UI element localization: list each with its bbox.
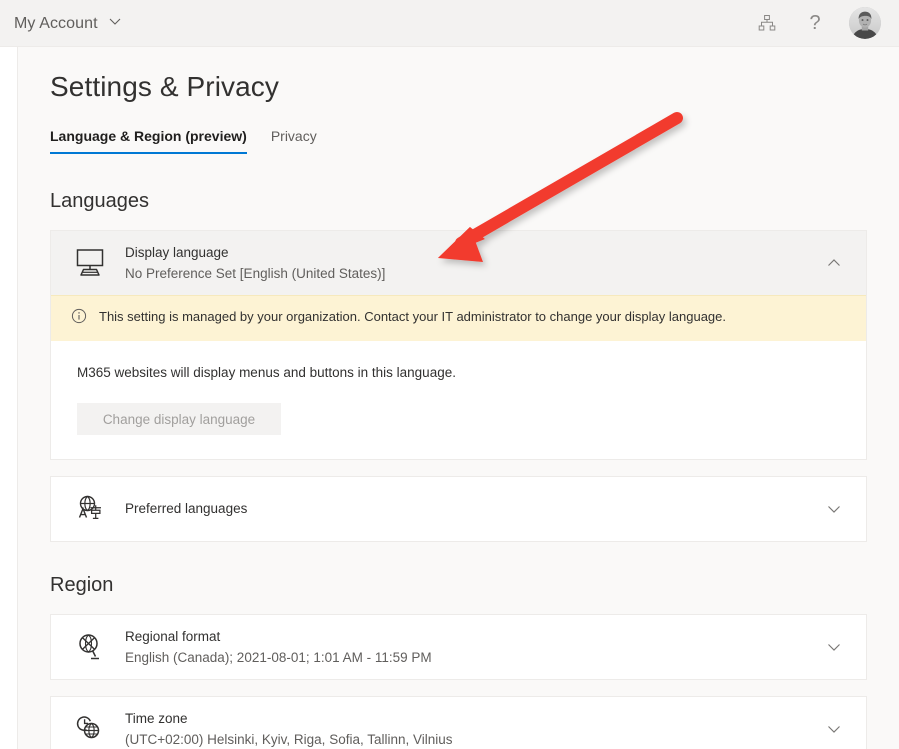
page-content: Settings & Privacy Language & Region (pr… <box>18 47 899 749</box>
managed-by-org-message-text: This setting is managed by your organiza… <box>95 308 726 326</box>
display-language-text: Display language No Preference Set [Engl… <box>117 243 820 284</box>
time-zone-value: (UTC+02:00) Helsinki, Kyiv, Riga, Sofia,… <box>125 730 820 749</box>
tab-list: Language & Region (preview) Privacy <box>50 127 867 154</box>
preferred-languages-card-header[interactable]: Preferred languages <box>51 477 866 541</box>
app-name-button[interactable]: My Account <box>8 14 128 33</box>
chevron-down-icon[interactable] <box>820 639 848 655</box>
time-zone-card: Time zone (UTC+02:00) Helsinki, Kyiv, Ri… <box>50 696 867 749</box>
preferred-languages-label: Preferred languages <box>125 499 820 519</box>
clock-globe-icon <box>73 713 117 745</box>
preferred-languages-card: Preferred languages <box>50 476 867 542</box>
section-title-region: Region <box>50 572 867 598</box>
settings-page: Settings & Privacy Language & Region (pr… <box>18 47 899 749</box>
regional-format-label: Regional format <box>125 627 820 647</box>
page-title: Settings & Privacy <box>50 69 867 105</box>
time-zone-card-header[interactable]: Time zone (UTC+02:00) Helsinki, Kyiv, Ri… <box>51 697 866 749</box>
app-root: My Account ? <box>0 0 899 749</box>
suite-header-bar: My Account ? <box>0 0 899 47</box>
display-language-card-body: M365 websites will display menus and but… <box>51 341 866 459</box>
regional-format-card-header[interactable]: Regional format English (Canada); 2021-0… <box>51 615 866 679</box>
chevron-down-icon <box>108 14 122 28</box>
user-avatar-photo <box>849 7 881 39</box>
regional-format-card: Regional format English (Canada); 2021-0… <box>50 614 867 680</box>
display-language-label: Display language <box>125 243 820 263</box>
monitor-keyboard-icon <box>73 248 117 278</box>
tab-privacy[interactable]: Privacy <box>271 127 317 154</box>
help-question-icon[interactable]: ? <box>793 0 837 47</box>
regional-format-text: Regional format English (Canada); 2021-0… <box>117 627 820 668</box>
regional-format-value: English (Canada); 2021-08-01; 1:01 AM - … <box>125 648 820 668</box>
time-zone-text: Time zone (UTC+02:00) Helsinki, Kyiv, Ri… <box>117 709 820 749</box>
time-zone-label: Time zone <box>125 709 820 729</box>
globe-stand-icon <box>73 631 117 663</box>
preferred-languages-text: Preferred languages <box>117 499 820 519</box>
chevron-up-icon[interactable] <box>820 255 848 271</box>
app-name-label: My Account <box>14 15 98 32</box>
info-circle-icon <box>71 308 95 329</box>
org-hierarchy-icon[interactable] <box>745 0 789 47</box>
section-title-languages: Languages <box>50 188 867 214</box>
tab-language-region[interactable]: Language & Region (preview) <box>50 127 247 154</box>
avatar[interactable] <box>841 0 889 47</box>
translate-globe-icon <box>73 493 117 525</box>
chevron-down-icon[interactable] <box>820 501 848 517</box>
suite-left-group: My Account <box>0 0 128 46</box>
display-language-card: Display language No Preference Set [Engl… <box>50 230 867 460</box>
left-gutter <box>0 47 18 749</box>
tab-privacy-label: Privacy <box>271 128 317 144</box>
display-language-value: No Preference Set [English (United State… <box>125 264 820 284</box>
display-language-card-header[interactable]: Display language No Preference Set [Engl… <box>51 231 866 295</box>
managed-by-org-message-bar: This setting is managed by your organiza… <box>51 295 866 341</box>
suite-right-group: ? <box>745 0 899 46</box>
tab-language-region-label: Language & Region (preview) <box>50 128 247 144</box>
display-language-description: M365 websites will display menus and but… <box>77 363 842 383</box>
change-display-language-button[interactable]: Change display language <box>77 403 281 435</box>
change-display-language-button-label: Change display language <box>103 412 255 427</box>
help-glyph: ? <box>809 13 820 33</box>
chevron-down-icon[interactable] <box>820 721 848 737</box>
